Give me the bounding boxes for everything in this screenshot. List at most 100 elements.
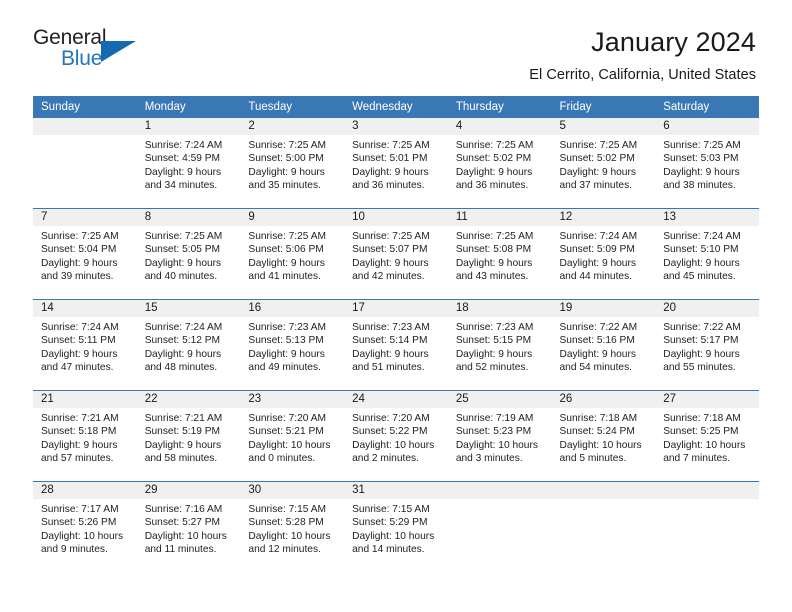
day-number: 16 — [240, 299, 345, 317]
day-sun-info: Sunrise: 7:24 AM Sunset: 5:10 PM Daylight:… — [655, 226, 759, 284]
calendar-day-cell[interactable]: 5 Sunrise: 7:25 AM Sunset: 5:02 PM Daylight… — [551, 117, 656, 209]
day-number: 31 — [344, 481, 448, 499]
calendar-day-cell[interactable]: 24 Sunrise: 7:20 AM Sunset: 5:22 PM Dayligh… — [344, 389, 448, 482]
day-sunrise-text: Sunrise: 7:20 AM — [352, 412, 430, 424]
calendar-day-cell[interactable]: 2 Sunrise: 7:25 AM Sunset: 5:00 PM Daylight… — [240, 117, 345, 209]
day-daylight-2-text: and 41 minutes. — [248, 271, 321, 283]
day-sunrise-text: Sunrise: 7:25 AM — [559, 139, 638, 151]
day-daylight-2-text: and 43 minutes. — [455, 271, 529, 283]
day-sunrise-text: Sunrise: 7:16 AM — [144, 503, 223, 515]
calendar-day-cell[interactable]: 26 Sunrise: 7:18 AM Sunset: 5:24 PM Dayligh… — [551, 389, 656, 482]
day-daylight-2-text: and 44 minutes. — [559, 271, 633, 283]
day-sunrise-text: Sunrise: 7:23 AM — [455, 321, 534, 333]
day-cell-inner: 13 Sunrise: 7:24 AM Sunset: 5:10 PM Dayligh… — [655, 208, 759, 299]
day-daylight-1-text: Daylight: 9 hours — [248, 166, 325, 178]
day-sunrise-text: Sunrise: 7:22 AM — [663, 321, 741, 333]
day-sunrise-text: Sunrise: 7:24 AM — [144, 139, 223, 151]
day-number: 23 — [240, 390, 345, 408]
calendar-day-cell[interactable]: 22 Sunrise: 7:21 AM Sunset: 5:19 PM Dayligh… — [136, 389, 241, 482]
calendar-day-cell[interactable]: 27 Sunrise: 7:18 AM Sunset: 5:25 PM Dayligh… — [655, 389, 759, 482]
day-daylight-1-text: Daylight: 10 hours — [248, 530, 331, 542]
day-sunrise-text: Sunrise: 7:17 AM — [41, 503, 119, 515]
day-daylight-2-text: and 0 minutes. — [248, 453, 316, 465]
calendar-day-cell[interactable]: 20 Sunrise: 7:22 AM Sunset: 5:17 PM Dayligh… — [655, 298, 759, 391]
day-number — [33, 117, 137, 135]
calendar-day-cell[interactable]: 6 Sunrise: 7:25 AM Sunset: 5:03 PM Daylight… — [655, 117, 759, 209]
calendar-day-cell[interactable]: 16 Sunrise: 7:23 AM Sunset: 5:13 PM Dayligh… — [240, 298, 345, 391]
day-number: 12 — [551, 208, 656, 226]
weekday-header-friday: Friday — [551, 95, 656, 118]
day-cell-inner: 6 Sunrise: 7:25 AM Sunset: 5:03 PM Daylight… — [655, 117, 759, 208]
day-daylight-1-text: Daylight: 9 hours — [144, 166, 222, 178]
day-cell-inner: 3 Sunrise: 7:25 AM Sunset: 5:01 PM Daylight… — [344, 117, 448, 208]
day-cell-inner: 8 Sunrise: 7:25 AM Sunset: 5:05 PM Daylight… — [136, 208, 241, 299]
day-daylight-1-text: Daylight: 9 hours — [248, 348, 325, 360]
day-sun-info: Sunrise: 7:21 AM Sunset: 5:18 PM Daylight:… — [33, 408, 137, 466]
calendar-day-cell[interactable]: 17 Sunrise: 7:23 AM Sunset: 5:14 PM Dayligh… — [344, 298, 448, 391]
calendar-day-cell[interactable]: 3 Sunrise: 7:25 AM Sunset: 5:01 PM Daylight… — [344, 117, 448, 209]
day-daylight-1-text: Daylight: 9 hours — [455, 166, 533, 178]
calendar-day-cell[interactable]: 14 Sunrise: 7:24 AM Sunset: 5:11 PM Dayligh… — [33, 298, 137, 391]
day-daylight-1-text: Daylight: 9 hours — [455, 348, 533, 360]
day-daylight-2-text: and 7 minutes. — [663, 453, 731, 465]
day-sunrise-text: Sunrise: 7:25 AM — [144, 230, 223, 242]
calendar-day-cell[interactable]: 9 Sunrise: 7:25 AM Sunset: 5:06 PM Daylight… — [240, 207, 345, 300]
day-sunrise-text: Sunrise: 7:18 AM — [559, 412, 638, 424]
day-number: 29 — [136, 481, 241, 499]
day-sunrise-text: Sunrise: 7:25 AM — [455, 139, 534, 151]
calendar-day-cell[interactable]: 11 Sunrise: 7:25 AM Sunset: 5:08 PM Dayligh… — [447, 207, 552, 300]
calendar-day-cell[interactable]: 18 Sunrise: 7:23 AM Sunset: 5:15 PM Dayligh… — [447, 298, 552, 391]
day-number: 6 — [655, 117, 759, 135]
general-blue-logo[interactable]: General Blue — [33, 26, 143, 74]
day-cell-inner: 4 Sunrise: 7:25 AM Sunset: 5:02 PM Daylight… — [447, 117, 552, 208]
day-sunrise-text: Sunrise: 7:25 AM — [663, 139, 741, 151]
day-sunrise-text: Sunrise: 7:25 AM — [352, 139, 430, 151]
calendar-day-cell[interactable]: 19 Sunrise: 7:22 AM Sunset: 5:16 PM Dayligh… — [551, 298, 656, 391]
calendar-day-cell[interactable]: 1 Sunrise: 7:24 AM Sunset: 4:59 PM Daylight… — [136, 117, 241, 209]
calendar-day-cell[interactable]: 12 Sunrise: 7:24 AM Sunset: 5:09 PM Dayligh… — [551, 207, 656, 300]
calendar-body: 1 Sunrise: 7:24 AM Sunset: 4:59 PM Daylight… — [33, 117, 759, 572]
calendar-day-cell[interactable]: 4 Sunrise: 7:25 AM Sunset: 5:02 PM Daylight… — [447, 117, 552, 209]
day-sun-info: Sunrise: 7:25 AM Sunset: 5:00 PM Daylight:… — [240, 135, 344, 193]
day-number: 9 — [240, 208, 345, 226]
day-cell-inner: 12 Sunrise: 7:24 AM Sunset: 5:09 PM Dayligh… — [551, 208, 656, 299]
day-cell-inner: 21 Sunrise: 7:21 AM Sunset: 5:18 PM Dayligh… — [33, 390, 137, 481]
day-sun-info: Sunrise: 7:25 AM Sunset: 5:06 PM Daylight:… — [240, 226, 344, 284]
calendar-day-cell[interactable]: 23 Sunrise: 7:20 AM Sunset: 5:21 PM Dayligh… — [240, 389, 345, 482]
day-sunset-text: Sunset: 5:18 PM — [41, 426, 117, 438]
calendar-day-cell[interactable]: 7 Sunrise: 7:25 AM Sunset: 5:04 PM Daylight… — [33, 207, 137, 300]
day-daylight-2-text: and 5 minutes. — [559, 453, 627, 465]
calendar-day-cell[interactable]: 21 Sunrise: 7:21 AM Sunset: 5:18 PM Dayligh… — [33, 389, 137, 482]
calendar-day-cell[interactable]: 13 Sunrise: 7:24 AM Sunset: 5:10 PM Dayligh… — [655, 207, 759, 300]
day-cell-inner: 9 Sunrise: 7:25 AM Sunset: 5:06 PM Daylight… — [240, 208, 345, 299]
calendar-day-cell[interactable]: 29 Sunrise: 7:16 AM Sunset: 5:27 PM Dayligh… — [136, 480, 241, 572]
day-sun-info: Sunrise: 7:20 AM Sunset: 5:21 PM Daylight:… — [240, 408, 344, 466]
day-cell-inner: 7 Sunrise: 7:25 AM Sunset: 5:04 PM Daylight… — [33, 208, 137, 299]
day-cell-inner: 15 Sunrise: 7:24 AM Sunset: 5:12 PM Dayligh… — [136, 299, 241, 390]
day-number: 21 — [33, 390, 137, 408]
day-sun-info: Sunrise: 7:19 AM Sunset: 5:23 PM Daylight:… — [448, 408, 552, 466]
day-sun-info: Sunrise: 7:16 AM Sunset: 5:27 PM Daylight:… — [137, 499, 241, 557]
day-daylight-2-text: and 55 minutes. — [663, 362, 736, 374]
calendar-day-cell[interactable]: 28 Sunrise: 7:17 AM Sunset: 5:26 PM Dayligh… — [33, 480, 137, 572]
day-sun-info: Sunrise: 7:22 AM Sunset: 5:16 PM Daylight:… — [552, 317, 656, 375]
day-number: 13 — [655, 208, 759, 226]
calendar-day-cell[interactable]: 25 Sunrise: 7:19 AM Sunset: 5:23 PM Dayligh… — [447, 389, 552, 482]
calendar-day-cell-empty — [447, 480, 552, 572]
day-number: 25 — [447, 390, 552, 408]
weekday-header-tuesday: Tuesday — [240, 95, 345, 118]
day-daylight-1-text: Daylight: 9 hours — [41, 348, 118, 360]
calendar-day-cell[interactable]: 31 Sunrise: 7:15 AM Sunset: 5:29 PM Dayligh… — [344, 480, 448, 572]
page-header: General Blue January 2024 El Cerrito, Ca… — [0, 0, 792, 83]
calendar-day-cell[interactable]: 15 Sunrise: 7:24 AM Sunset: 5:12 PM Dayligh… — [136, 298, 241, 391]
day-cell-inner — [551, 481, 656, 572]
day-cell-inner: 18 Sunrise: 7:23 AM Sunset: 5:15 PM Dayligh… — [447, 299, 552, 390]
calendar-day-cell[interactable]: 30 Sunrise: 7:15 AM Sunset: 5:28 PM Dayligh… — [240, 480, 345, 572]
calendar-day-cell-empty — [33, 117, 137, 209]
calendar-day-cell[interactable]: 8 Sunrise: 7:25 AM Sunset: 5:05 PM Daylight… — [136, 207, 241, 300]
day-cell-inner: 2 Sunrise: 7:25 AM Sunset: 5:00 PM Daylight… — [240, 117, 345, 208]
page-title: January 2024 — [591, 27, 756, 57]
day-cell-inner — [655, 481, 759, 572]
day-sunset-text: Sunset: 5:28 PM — [248, 517, 324, 529]
calendar-day-cell[interactable]: 10 Sunrise: 7:25 AM Sunset: 5:07 PM Dayligh… — [344, 207, 448, 300]
